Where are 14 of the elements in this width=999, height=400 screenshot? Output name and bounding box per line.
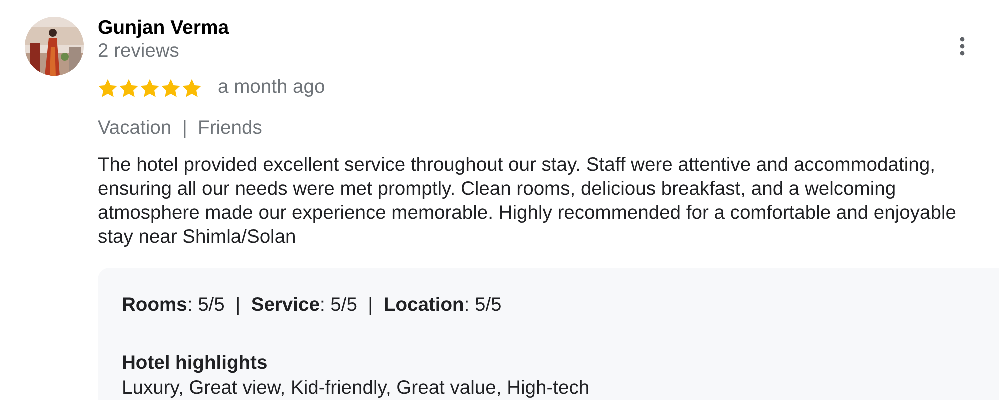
trip-type: Vacation | Friends xyxy=(98,116,264,141)
star-icon xyxy=(161,78,181,98)
star-icon xyxy=(98,78,118,98)
review-text: The hotel provided excellent service throughout our stay. Staff were attentive and accommodating, ensuring all our needs were met promptly. Clean rooms, delicious breakfast, and a welcoming atmosphere made our experience memorable. Highly recommended for a comfortable and enjoyable stay near Shimla/Solan xyxy=(98,154,958,250)
category-ratings: Rooms: 5/5 | Service: 5/5 | Location: 5/5 xyxy=(122,294,503,318)
review-count: 2 reviews xyxy=(98,40,180,64)
highlights-title: Hotel highlights xyxy=(122,352,269,375)
more-icon xyxy=(960,37,965,56)
review-time: a month ago xyxy=(218,76,326,100)
star-icon xyxy=(119,78,139,98)
highlights-list: Luxury, Great view, Kid-friendly, Great value, High-tech xyxy=(122,374,990,400)
star-icon xyxy=(140,78,160,98)
star-icon xyxy=(182,78,202,98)
author-name[interactable]: Gunjan Verma xyxy=(98,17,954,39)
